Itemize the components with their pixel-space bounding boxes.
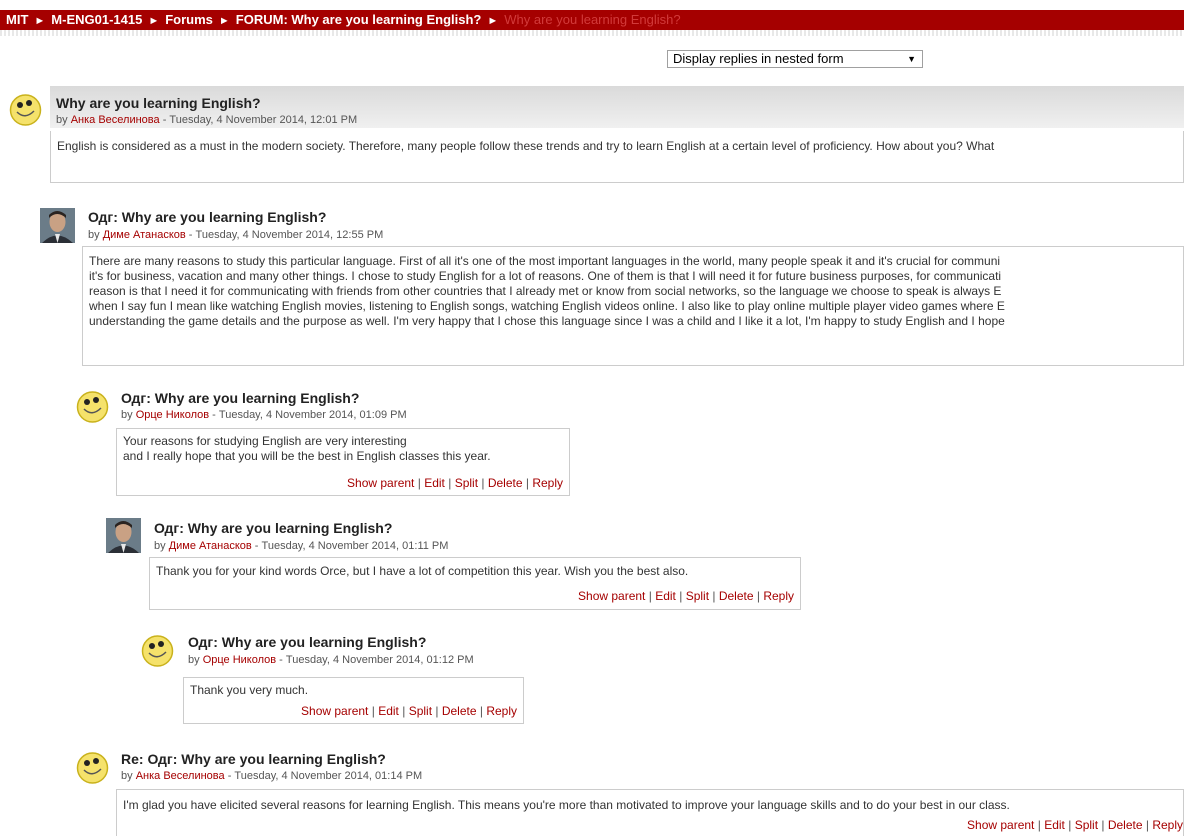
post-content: I'm glad you have elicited several reaso…	[116, 789, 1184, 836]
reply-link[interactable]: Reply	[532, 476, 563, 490]
reply-link[interactable]: Reply	[763, 589, 794, 603]
delete-link[interactable]: Delete	[1108, 818, 1143, 832]
show-parent-link[interactable]: Show parent	[967, 818, 1034, 832]
dropdown-arrow-icon: ▼	[907, 54, 916, 64]
post-text-line: understanding the game details and the p…	[89, 314, 1005, 328]
post-content: Thank you for your kind words Orce, but …	[149, 557, 801, 610]
breadcrumb-current: Why are you learning English?	[504, 12, 681, 27]
post-author-link[interactable]: Диме Атанасков	[103, 229, 186, 241]
delete-link[interactable]: Delete	[719, 589, 754, 603]
byline-prefix: by	[121, 770, 133, 782]
split-link[interactable]: Split	[409, 704, 432, 718]
post-date: - Tuesday, 4 November 2014, 12:01 PM	[159, 114, 358, 126]
post-author-link[interactable]: Диме Атанасков	[169, 540, 252, 552]
byline-prefix: by	[154, 540, 166, 552]
edit-link[interactable]: Edit	[424, 476, 445, 490]
navbar: MIT ► M-ENG01-1415 ► Forums ► FORUM: Why are y…	[0, 0, 1184, 36]
show-parent-link[interactable]: Show parent	[347, 476, 414, 490]
post-author-link[interactable]: Анка Веселинова	[136, 770, 225, 782]
avatar-smiley-icon[interactable]	[75, 750, 110, 785]
byline-prefix: by	[56, 114, 68, 126]
avatar-smiley-icon[interactable]	[140, 633, 175, 668]
reply-link[interactable]: Reply	[486, 704, 517, 718]
post-text-line: it's for business, vacation and many oth…	[89, 269, 1002, 283]
show-parent-link[interactable]: Show parent	[578, 589, 645, 603]
breadcrumb-item-course[interactable]: M-ENG01-1415	[51, 12, 142, 27]
reply-link[interactable]: Reply	[1152, 818, 1183, 832]
post-subject: Одг: Why are you learning English?	[88, 209, 327, 225]
post-content: Your reasons for studying English are ve…	[116, 428, 570, 496]
split-link[interactable]: Split	[1075, 818, 1098, 832]
post-byline: by Анка Веселинова - Tuesday, 4 November…	[121, 770, 422, 782]
post-date: - Tuesday, 4 November 2014, 12:55 PM	[185, 229, 384, 241]
post-text-line: when I say fun I mean like watching Engl…	[89, 299, 1005, 313]
breadcrumb-item-forums[interactable]: Forums	[165, 12, 213, 27]
post-byline: by Орце Николов - Tuesday, 4 November 20…	[121, 409, 407, 421]
post-text-line: Thank you very much.	[190, 683, 309, 697]
post-text-line: reason is that I need it for communicati…	[89, 284, 1002, 298]
post-commands: Show parent | Edit | Split | Delete | Re…	[578, 589, 794, 603]
post-text-line: I'm glad you have elicited several reaso…	[123, 798, 1010, 812]
breadcrumb-item-mit[interactable]: MIT	[6, 12, 28, 27]
display-mode-value: Display replies in nested form	[673, 51, 844, 66]
delete-link[interactable]: Delete	[442, 704, 477, 718]
split-link[interactable]: Split	[455, 476, 478, 490]
post-text-line: Your reasons for studying English are ve…	[123, 434, 407, 448]
breadcrumb: MIT ► M-ENG01-1415 ► Forums ► FORUM: Why are y…	[6, 11, 681, 29]
post-commands: Show parent | Edit | Split | Delete | Re…	[347, 476, 563, 490]
breadcrumb-separator-icon: ►	[487, 15, 499, 27]
display-mode-select[interactable]: Display replies in nested form ▼	[667, 50, 923, 68]
post-subject: Одг: Why are you learning English?	[154, 520, 393, 536]
post-content: English is considered as a must in the m…	[50, 131, 1184, 183]
post-byline: by Диме Атанасков - Tuesday, 4 November …	[154, 540, 448, 552]
post-text-line: English is considered as a must in the m…	[57, 139, 995, 153]
show-parent-link[interactable]: Show parent	[301, 704, 368, 718]
post-text-line: and I really hope that you will be the b…	[123, 449, 491, 463]
breadcrumb-separator-icon: ►	[34, 15, 46, 27]
avatar-smiley-icon[interactable]	[75, 389, 110, 424]
post-commands: Show parent | Edit | Split | Delete | Re…	[301, 704, 517, 718]
post-text-line: There are many reasons to study this par…	[89, 254, 1001, 268]
post-subject: Why are you learning English?	[56, 95, 261, 111]
breadcrumb-separator-icon: ►	[218, 15, 230, 27]
edit-link[interactable]: Edit	[1044, 818, 1065, 832]
edit-link[interactable]: Edit	[655, 589, 676, 603]
edit-link[interactable]: Edit	[378, 704, 399, 718]
post-date: - Tuesday, 4 November 2014, 01:09 PM	[209, 409, 407, 421]
post-content: There are many reasons to study this par…	[82, 246, 1184, 366]
post-subject: Одг: Why are you learning English?	[121, 390, 360, 406]
post-subject: Re: Одг: Why are you learning English?	[121, 751, 386, 767]
post-commands: Show parent | Edit | Split | Delete | Re…	[967, 818, 1183, 832]
post-author-link[interactable]: Анка Веселинова	[71, 114, 160, 126]
post-date: - Tuesday, 4 November 2014, 01:14 PM	[224, 770, 423, 782]
navbar-stripe	[0, 30, 1184, 36]
post-author-link[interactable]: Орце Николов	[203, 654, 276, 666]
split-link[interactable]: Split	[686, 589, 709, 603]
post-author-link[interactable]: Орце Николов	[136, 409, 209, 421]
byline-prefix: by	[88, 229, 100, 241]
post-subject: Одг: Why are you learning English?	[188, 634, 427, 650]
breadcrumb-item-forum[interactable]: FORUM: Why are you learning English?	[236, 12, 482, 27]
delete-link[interactable]: Delete	[488, 476, 523, 490]
post-date: - Tuesday, 4 November 2014, 01:11 PM	[251, 540, 449, 552]
post-content: Thank you very much. Show parent | Edit …	[183, 677, 524, 724]
byline-prefix: by	[188, 654, 200, 666]
post-text-line: Thank you for your kind words Orce, but …	[156, 564, 689, 578]
post-byline: by Орце Николов - Tuesday, 4 November 20…	[188, 654, 474, 666]
post-byline: by Анка Веселинова - Tuesday, 4 November…	[56, 114, 357, 126]
avatar-photo[interactable]	[40, 208, 75, 243]
breadcrumb-separator-icon: ►	[148, 15, 160, 27]
avatar-smiley-icon[interactable]	[8, 92, 43, 127]
post-byline: by Диме Атанасков - Tuesday, 4 November …	[88, 229, 383, 241]
post-date: - Tuesday, 4 November 2014, 01:12 PM	[276, 654, 474, 666]
byline-prefix: by	[121, 409, 133, 421]
avatar-photo[interactable]	[106, 518, 141, 553]
